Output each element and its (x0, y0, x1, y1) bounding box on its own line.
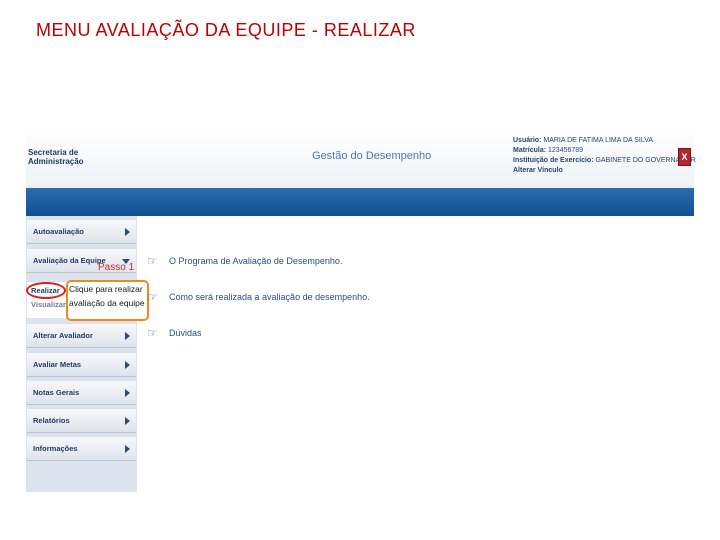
user-name: MARIA DE FATIMA LIMA DA SILVA (543, 137, 654, 144)
logo-line-2: Administração (28, 157, 84, 166)
sidebar-item-label: Autoavaliação (33, 227, 84, 236)
logo-line-1: Secretaria de (28, 148, 79, 157)
callout-line-2: avaliação da equipe (69, 298, 145, 308)
link-programa-avaliacao[interactable]: O Programa de Avaliação de Desempenho. (169, 256, 342, 266)
app-title: Gestão do Desempenho (312, 150, 432, 162)
chevron-right-icon (125, 332, 130, 340)
logo: Secretaria de Administração (28, 148, 84, 166)
chevron-right-icon (125, 445, 130, 453)
submenu-item-visualizar[interactable]: Visualizar (31, 300, 66, 309)
alterar-vinculo-link[interactable]: Alterar Vínculo (513, 166, 696, 176)
sidebar-item-label: Avaliação da Equipe (33, 256, 106, 265)
sidebar-item-notas-gerais[interactable]: Notas Gerais (27, 381, 136, 405)
callout-text: Clique para realizar avaliação da equipe (69, 282, 145, 310)
chevron-right-icon (125, 228, 130, 236)
sidebar-item-autoavaliacao[interactable]: Autoavaliação (27, 220, 136, 244)
sidebar: Autoavaliação Avaliação da Equipe Altera… (26, 216, 137, 492)
close-icon[interactable]: X (678, 148, 691, 166)
chevron-right-icon (125, 417, 130, 425)
app-screenshot: Secretaria de Administração Gestão do De… (26, 130, 696, 492)
realizar-highlight (26, 282, 66, 299)
pointing-hand-icon: ☞ (147, 254, 158, 268)
pointing-hand-icon: ☞ (147, 326, 158, 340)
sidebar-item-avaliar-metas[interactable]: Avaliar Metas (27, 353, 136, 377)
link-como-sera-realizada[interactable]: Como será realizada a avaliação de desem… (169, 292, 370, 302)
chevron-right-icon (125, 389, 130, 397)
sidebar-item-relatorios[interactable]: Relatórios (27, 409, 136, 433)
sidebar-item-label: Alterar Avaliador (33, 331, 93, 340)
slide-title: MENU AVALIAÇÃO DA EQUIPE - REALIZAR (36, 20, 416, 40)
sidebar-item-label: Avaliar Metas (33, 360, 82, 369)
link-duvidas[interactable]: Dúvidas (169, 328, 202, 338)
instituicao-label: Instituição de Exercício: (513, 157, 594, 164)
sidebar-item-label: Relatórios (33, 416, 70, 425)
pointing-hand-icon: ☞ (147, 290, 158, 304)
user-info: Usuário: MARIA DE FATIMA LIMA DA SILVA M… (513, 136, 696, 176)
sidebar-item-alterar-avaliador[interactable]: Alterar Avaliador (27, 324, 136, 348)
sidebar-item-informacoes[interactable]: Informações (27, 437, 136, 461)
sidebar-item-label: Notas Gerais (33, 388, 80, 397)
nav-bar (26, 188, 694, 216)
chevron-right-icon (125, 361, 130, 369)
app-header: Secretaria de Administração Gestão do De… (26, 130, 696, 188)
matricula-label: Matrícula: (513, 147, 547, 154)
step-label: Passo 1 (98, 262, 135, 273)
user-label: Usuário: (513, 137, 542, 144)
sidebar-item-label: Informações (33, 444, 78, 453)
matricula-value: 123456789 (548, 147, 584, 154)
callout-line-1: Clique para realizar (69, 284, 143, 294)
